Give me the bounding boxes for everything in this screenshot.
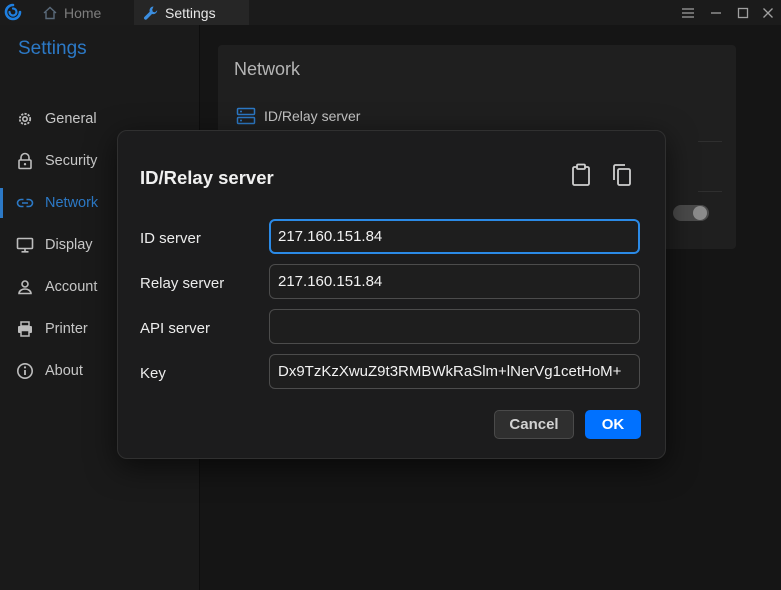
api-server-input[interactable] bbox=[269, 309, 640, 344]
api-server-label: API server bbox=[140, 320, 211, 337]
wrench-icon bbox=[144, 6, 158, 20]
ok-button[interactable]: OK bbox=[585, 410, 641, 439]
menu-button[interactable] bbox=[674, 0, 701, 25]
copy-icon bbox=[613, 164, 631, 186]
maximize-icon bbox=[737, 7, 748, 18]
id-server-label: ID server bbox=[140, 230, 201, 247]
tab-settings[interactable]: Settings bbox=[134, 0, 249, 25]
paste-button[interactable] bbox=[568, 162, 594, 188]
active-indicator bbox=[0, 188, 3, 218]
relay-server-label: Relay server bbox=[140, 275, 225, 292]
sidebar-item-label: General bbox=[45, 111, 97, 127]
app-logo-icon bbox=[4, 3, 22, 21]
tab-home-label: Home bbox=[64, 4, 102, 21]
divider bbox=[698, 141, 722, 142]
divider bbox=[698, 191, 722, 192]
id-relay-server-label: ID/Relay server bbox=[264, 108, 361, 124]
sidebar-title: Settings bbox=[18, 38, 87, 59]
id-relay-dialog: ID/Relay server ID server Relay server A… bbox=[117, 130, 666, 459]
relay-server-input[interactable] bbox=[269, 264, 640, 299]
minimize-icon bbox=[710, 11, 721, 14]
close-button[interactable] bbox=[754, 0, 781, 25]
dialog-title: ID/Relay server bbox=[140, 167, 274, 188]
key-label: Key bbox=[140, 365, 166, 382]
id-relay-server-row[interactable]: ID/Relay server bbox=[236, 107, 360, 125]
server-icon bbox=[236, 107, 256, 125]
minimize-button[interactable] bbox=[702, 0, 729, 25]
cancel-button[interactable]: Cancel bbox=[494, 410, 574, 439]
gear-icon bbox=[18, 112, 32, 126]
toggle-switch[interactable] bbox=[673, 205, 709, 221]
title-bar: Home Settings bbox=[0, 0, 781, 25]
lock-icon bbox=[18, 152, 32, 170]
section-title: Network bbox=[234, 59, 301, 79]
clipboard-icon bbox=[572, 163, 590, 186]
person-icon bbox=[18, 280, 32, 295]
close-icon bbox=[762, 7, 773, 18]
home-icon bbox=[43, 6, 57, 19]
sidebar-item-label: Printer bbox=[45, 321, 88, 337]
app-window: Home Settings Settings General Security … bbox=[0, 0, 781, 590]
sidebar-item-label: Security bbox=[45, 153, 98, 169]
copy-button[interactable] bbox=[608, 162, 634, 188]
id-server-input[interactable] bbox=[269, 219, 640, 254]
link-icon bbox=[16, 198, 34, 208]
tab-settings-label: Settings bbox=[165, 4, 216, 21]
key-input[interactable] bbox=[269, 354, 640, 389]
monitor-icon bbox=[16, 237, 34, 253]
printer-icon bbox=[18, 321, 32, 337]
info-icon bbox=[17, 363, 33, 379]
sidebar-item-label: About bbox=[45, 363, 83, 379]
tab-home[interactable]: Home bbox=[30, 0, 132, 25]
maximize-button[interactable] bbox=[729, 0, 756, 25]
menu-icon bbox=[681, 7, 694, 18]
sidebar-item-label: Display bbox=[45, 237, 93, 253]
sidebar-item-label: Account bbox=[45, 279, 98, 295]
toggle-knob bbox=[693, 206, 707, 220]
sidebar-item-label: Network bbox=[45, 195, 99, 211]
